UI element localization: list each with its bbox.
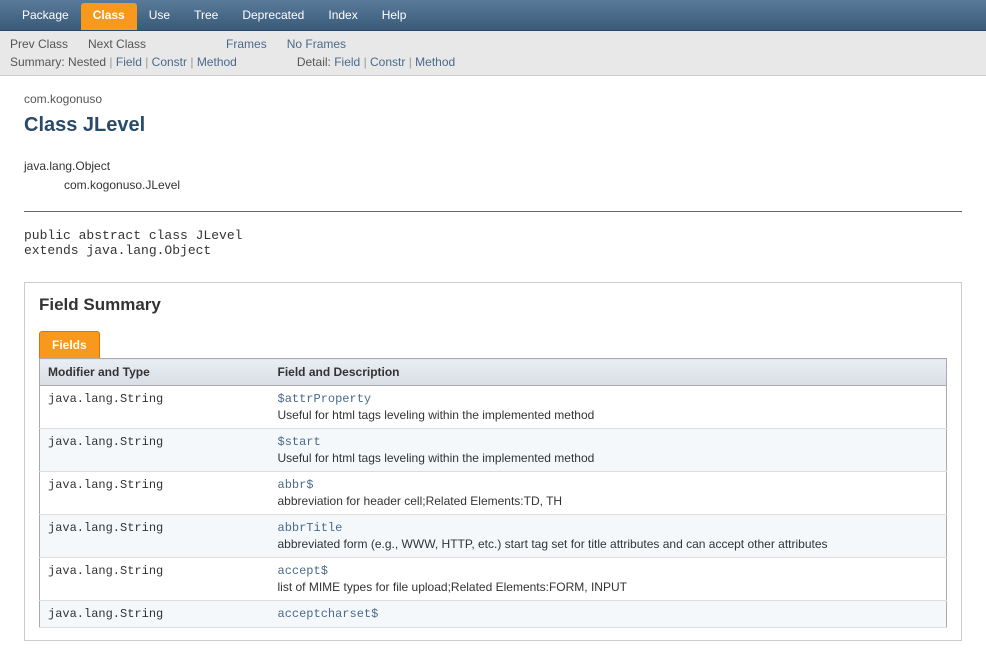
- nav-help[interactable]: Help: [370, 0, 419, 30]
- table-row: java.lang.String $attrProperty Useful for …: [40, 386, 947, 429]
- summary-group: Summary: Nested | Field | Constr | Metho…: [10, 55, 237, 69]
- field-description: Useful for html tags leveling within the…: [278, 451, 939, 465]
- no-frames-link[interactable]: No Frames: [287, 37, 346, 51]
- class-signature: public abstract class JLevel extends jav…: [24, 228, 962, 258]
- nav-use[interactable]: Use: [137, 0, 182, 30]
- detail-label: Detail:: [297, 55, 331, 69]
- summary-nested: Nested: [68, 55, 106, 69]
- field-cell: abbrTitle abbreviated form (e.g., WWW, HT…: [270, 515, 947, 558]
- nav-class[interactable]: Class: [81, 3, 137, 30]
- field-description: abbreviated form (e.g., WWW, HTTP, etc.)…: [278, 537, 939, 551]
- table-row: java.lang.String accept$ list of MIME type…: [40, 558, 947, 601]
- summary-constr-link[interactable]: Constr: [152, 55, 187, 69]
- field-cell: $attrProperty Useful for html tags leveli…: [270, 386, 947, 429]
- col-modifier-type: Modifier and Type: [40, 359, 270, 386]
- next-class-link[interactable]: Next Class: [88, 37, 146, 51]
- field-type: java.lang.String: [40, 601, 270, 628]
- content: com.kogonuso Class JLevel java.lang.Obje…: [0, 76, 986, 657]
- field-description: Useful for html tags leveling within the…: [278, 408, 939, 422]
- field-name-link[interactable]: accept$: [278, 564, 939, 578]
- top-nav: PackageClassUseTreeDeprecatedIndexHelp: [0, 0, 986, 31]
- field-name-link[interactable]: $attrProperty: [278, 392, 939, 406]
- field-type: java.lang.String: [40, 472, 270, 515]
- summary-label: Summary:: [10, 55, 65, 69]
- field-summary-section: Field Summary Fields Modifier and Type F…: [24, 282, 962, 641]
- nav-tree[interactable]: Tree: [182, 0, 230, 30]
- field-type: java.lang.String: [40, 515, 270, 558]
- detail-group: Detail: Field | Constr | Method: [297, 55, 455, 69]
- table-row: java.lang.String acceptcharset$: [40, 601, 947, 628]
- field-cell: accept$ list of MIME types for file uploa…: [270, 558, 947, 601]
- field-type: java.lang.String: [40, 558, 270, 601]
- field-cell: $start Useful for html tags leveling with…: [270, 429, 947, 472]
- field-name-link[interactable]: $start: [278, 435, 939, 449]
- inheritance-tree: java.lang.Object com.kogonuso.JLevel: [24, 157, 962, 195]
- detail-field-link[interactable]: Field: [334, 55, 360, 69]
- fields-tab[interactable]: Fields: [39, 331, 100, 358]
- table-row: java.lang.String abbr$ abbreviation for he…: [40, 472, 947, 515]
- summary-method-link[interactable]: Method: [197, 55, 237, 69]
- field-cell: acceptcharset$: [270, 601, 947, 628]
- field-description: list of MIME types for file upload;Relat…: [278, 580, 939, 594]
- field-type: java.lang.String: [40, 386, 270, 429]
- field-type: java.lang.String: [40, 429, 270, 472]
- nav-deprecated[interactable]: Deprecated: [230, 0, 316, 30]
- field-name-link[interactable]: abbr$: [278, 478, 939, 492]
- class-title: Class JLevel: [24, 114, 962, 137]
- table-row: java.lang.String $start Useful for html ta…: [40, 429, 947, 472]
- field-cell: abbr$ abbreviation for header cell;Relate…: [270, 472, 947, 515]
- field-description: abbreviation for header cell;Related Ele…: [278, 494, 939, 508]
- nav-index[interactable]: Index: [316, 0, 369, 30]
- nav-package[interactable]: Package: [10, 0, 81, 30]
- field-summary-title: Field Summary: [39, 295, 947, 315]
- divider: [24, 211, 962, 212]
- detail-constr-link[interactable]: Constr: [370, 55, 405, 69]
- summary-field-link[interactable]: Field: [116, 55, 142, 69]
- field-name-link[interactable]: abbrTitle: [278, 521, 939, 535]
- package-name: com.kogonuso: [24, 92, 962, 106]
- prev-class-link[interactable]: Prev Class: [10, 37, 68, 51]
- sub-nav: Prev Class Next Class Frames No Frames S…: [0, 31, 986, 76]
- col-field-desc: Field and Description: [270, 359, 947, 386]
- field-table: Modifier and Type Field and Description …: [39, 358, 947, 628]
- top-nav-list: PackageClassUseTreeDeprecatedIndexHelp: [0, 0, 986, 30]
- detail-method-link[interactable]: Method: [415, 55, 455, 69]
- inheritance-root: java.lang.Object: [24, 157, 962, 176]
- field-name-link[interactable]: acceptcharset$: [278, 607, 939, 621]
- frames-link[interactable]: Frames: [226, 37, 267, 51]
- inheritance-child: com.kogonuso.JLevel: [24, 176, 962, 195]
- table-row: java.lang.String abbrTitle abbreviated for…: [40, 515, 947, 558]
